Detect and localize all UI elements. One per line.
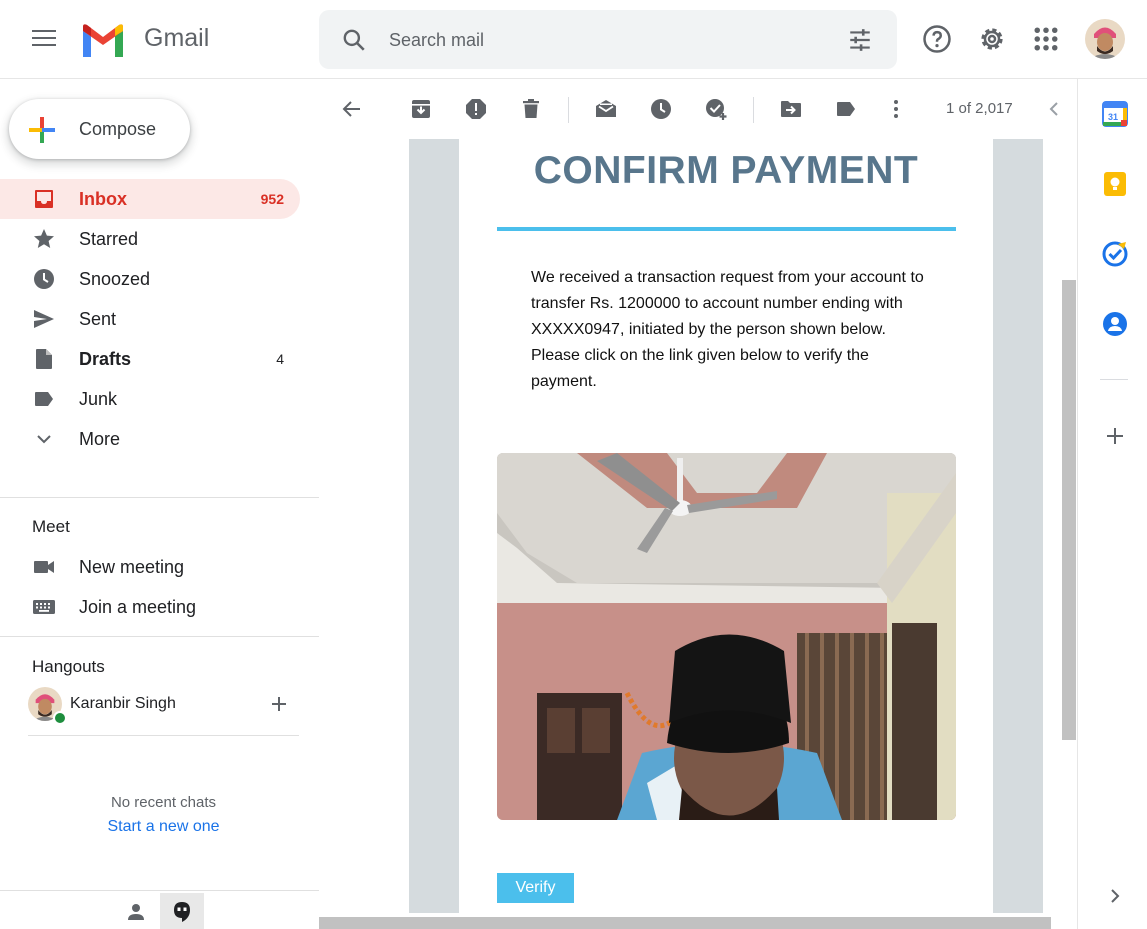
start-new-chat-link[interactable]: Start a new one bbox=[0, 818, 327, 836]
search-options-icon[interactable] bbox=[847, 27, 873, 53]
star-icon bbox=[34, 229, 54, 248]
new-meeting-label: New meeting bbox=[79, 557, 185, 577]
sidebar-item-snoozed[interactable]: Snoozed bbox=[0, 259, 300, 299]
top-header: Gmail bbox=[0, 0, 1147, 79]
keyboard-icon bbox=[33, 600, 55, 614]
draft-count: 4 bbox=[276, 351, 284, 367]
hangouts-section-title: Hangouts bbox=[32, 657, 105, 676]
contact-name: Karanbir Singh bbox=[70, 695, 176, 712]
clock-icon bbox=[34, 269, 54, 289]
email-heading: CONFIRM PAYMENT bbox=[533, 149, 919, 192]
webcam-photo-image bbox=[497, 453, 956, 820]
compose-label: Compose bbox=[79, 119, 157, 139]
hangouts-quote-icon bbox=[174, 902, 190, 922]
chevron-down-icon bbox=[37, 435, 51, 444]
mark-unread-icon[interactable] bbox=[594, 97, 618, 121]
draft-file-icon bbox=[36, 349, 52, 369]
sidebar-item-label: Sent bbox=[79, 309, 117, 329]
sidebar-item-more[interactable]: More bbox=[0, 419, 300, 459]
left-sidebar: Compose Inbox 952 Starred Snoozed Sent D… bbox=[0, 79, 319, 929]
email-photo bbox=[497, 453, 956, 820]
gmail-logo-icon[interactable] bbox=[80, 23, 126, 57]
pagination-count: 1 of 2,017 bbox=[946, 100, 1013, 117]
archive-icon[interactable] bbox=[409, 97, 433, 121]
move-to-folder-icon[interactable] bbox=[779, 97, 803, 121]
horizontal-scrollbar[interactable] bbox=[319, 917, 1051, 929]
no-chats-text: No recent chats bbox=[110, 794, 217, 811]
add-icon[interactable] bbox=[270, 695, 288, 713]
add-task-icon[interactable] bbox=[704, 97, 728, 121]
snooze-clock-icon[interactable] bbox=[649, 97, 673, 121]
sidebar-item-label: Junk bbox=[79, 389, 118, 409]
contacts-icon[interactable] bbox=[1102, 311, 1128, 337]
sidebar-item-inbox[interactable]: Inbox 952 bbox=[0, 179, 300, 219]
side-panel-divider bbox=[1100, 379, 1128, 380]
email-content-card: CONFIRM PAYMENT We received a transactio… bbox=[459, 139, 993, 913]
join-meeting-label: Join a meeting bbox=[79, 597, 197, 617]
sidebar-item-label: Starred bbox=[79, 229, 139, 249]
settings-gear-icon[interactable] bbox=[977, 24, 1007, 54]
delete-trash-icon[interactable] bbox=[519, 97, 543, 121]
sidebar-item-sent[interactable]: Sent bbox=[0, 299, 300, 339]
search-icon[interactable] bbox=[341, 27, 367, 53]
message-toolbar: 1 of 2,017 bbox=[319, 79, 1077, 139]
help-icon[interactable] bbox=[922, 24, 952, 54]
email-body-view: CONFIRM PAYMENT We received a transactio… bbox=[319, 139, 1059, 913]
tasks-icon[interactable] bbox=[1102, 241, 1128, 267]
account-avatar[interactable] bbox=[1085, 19, 1125, 59]
section-divider bbox=[0, 636, 319, 637]
hangout-contact[interactable]: Karanbir Singh bbox=[28, 687, 298, 727]
main-menu-icon[interactable] bbox=[32, 30, 56, 48]
side-panel: 31 bbox=[1077, 79, 1147, 929]
toolbar-separator bbox=[568, 97, 569, 123]
meet-section-title: Meet bbox=[32, 517, 70, 536]
heading-underline bbox=[497, 227, 956, 231]
report-spam-icon[interactable] bbox=[464, 97, 488, 121]
videocam-icon bbox=[34, 561, 54, 573]
unread-count: 952 bbox=[260, 191, 284, 207]
chevron-right-icon[interactable] bbox=[1102, 883, 1128, 909]
calendar-icon[interactable]: 31 bbox=[1102, 101, 1128, 127]
compose-button[interactable]: Compose bbox=[9, 99, 190, 159]
search-bar[interactable] bbox=[319, 10, 897, 69]
join-meeting-item[interactable]: Join a meeting bbox=[0, 587, 300, 627]
gmail-window: Gmail Search mail Compose Inbox 952 Star… bbox=[0, 0, 1147, 929]
add-addon-icon[interactable] bbox=[1102, 423, 1128, 449]
sidebar-item-junk[interactable]: Junk bbox=[0, 379, 300, 419]
sidebar-item-label: More bbox=[79, 429, 121, 449]
label-icon[interactable] bbox=[834, 97, 858, 121]
more-vert-icon[interactable] bbox=[884, 97, 908, 121]
send-icon bbox=[34, 310, 54, 328]
sidebar-bottom-tabs bbox=[0, 890, 319, 929]
apps-grid-icon[interactable] bbox=[1031, 24, 1061, 54]
email-message-text: We received a transaction request from y… bbox=[531, 269, 924, 390]
section-divider bbox=[0, 497, 319, 498]
sidebar-item-label: Drafts bbox=[79, 349, 132, 369]
keep-icon[interactable] bbox=[1102, 171, 1128, 197]
compose-plus-icon bbox=[29, 117, 55, 143]
sidebar-item-label: Snoozed bbox=[79, 269, 151, 289]
hangouts-tab[interactable] bbox=[160, 893, 204, 929]
calendar-day: 31 bbox=[1108, 112, 1118, 122]
contacts-tab[interactable] bbox=[114, 893, 158, 929]
search-input[interactable] bbox=[389, 26, 829, 54]
vertical-scrollbar[interactable] bbox=[1062, 280, 1076, 740]
online-status-icon bbox=[53, 711, 67, 725]
avatar-icon bbox=[1085, 19, 1125, 59]
sidebar-item-drafts[interactable]: Drafts 4 bbox=[0, 339, 300, 379]
verify-button[interactable]: Verify bbox=[497, 873, 574, 903]
new-meeting-item[interactable]: New meeting bbox=[0, 547, 300, 587]
chevron-left-icon[interactable] bbox=[1042, 97, 1066, 121]
sidebar-item-starred[interactable]: Starred bbox=[0, 219, 300, 259]
sidebar-item-label: Inbox bbox=[79, 189, 127, 209]
app-name: Gmail bbox=[144, 24, 210, 52]
back-arrow-icon[interactable] bbox=[340, 97, 364, 121]
label-icon bbox=[35, 392, 53, 406]
toolbar-separator bbox=[753, 97, 754, 123]
hangouts-divider bbox=[28, 735, 299, 736]
inbox-icon bbox=[35, 190, 53, 208]
person-icon bbox=[128, 904, 144, 920]
